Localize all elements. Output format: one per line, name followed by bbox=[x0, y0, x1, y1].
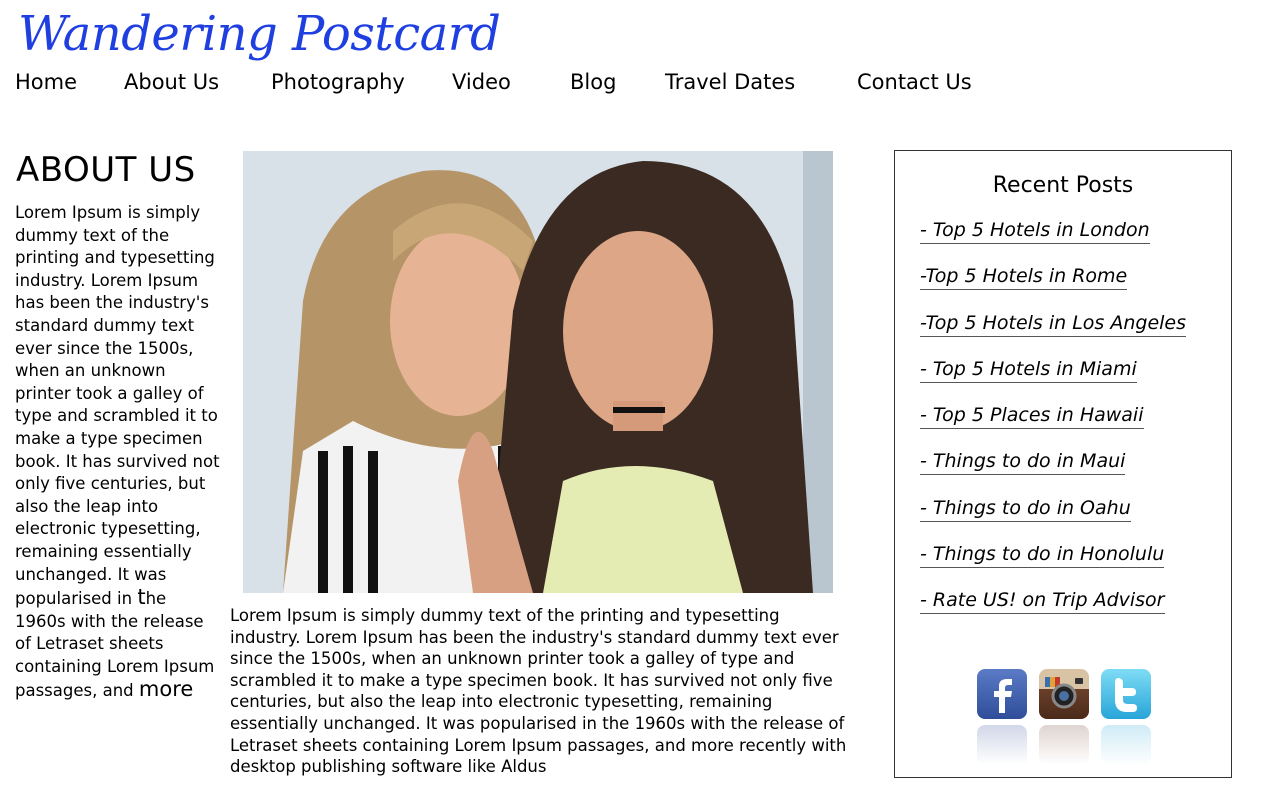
instagram-icon-reflection bbox=[1039, 725, 1089, 765]
list-item: - Top 5 Places in Hawaii bbox=[920, 404, 1186, 450]
post-link-maui[interactable]: - Things to do in Maui bbox=[920, 450, 1126, 476]
post-link-trip-advisor[interactable]: - Rate US! on Trip Advisor bbox=[920, 589, 1165, 615]
photo-description: Lorem Ipsum is simply dummy text of the … bbox=[230, 606, 847, 777]
recent-posts-panel: Recent Posts - Top 5 Hotels in London -T… bbox=[894, 150, 1232, 778]
post-link-oahu[interactable]: - Things to do in Oahu bbox=[920, 497, 1131, 522]
list-item: -Top 5 Hotels in Los Angeles bbox=[920, 312, 1187, 358]
list-item: - Things to do in Oahu bbox=[920, 497, 1186, 543]
nav-contact-us[interactable]: Contact Us bbox=[857, 70, 972, 94]
about-title: ABOUT US bbox=[16, 150, 196, 190]
facebook-icon-reflection bbox=[977, 725, 1027, 765]
post-link-hotels-miami[interactable]: - Top 5 Hotels in Miami bbox=[920, 358, 1137, 383]
site-logo[interactable]: Wandering Postcard bbox=[18, 6, 501, 62]
post-link-hotels-london[interactable]: - Top 5 Hotels in London bbox=[920, 219, 1150, 244]
feature-photo-illustration bbox=[243, 151, 833, 593]
post-link-hotels-los-angeles[interactable]: -Top 5 Hotels in Los Angeles bbox=[920, 312, 1187, 337]
post-link-places-hawaii[interactable]: - Top 5 Places in Hawaii bbox=[920, 404, 1144, 430]
about-body-big-t: t bbox=[137, 585, 146, 610]
instagram-icon[interactable] bbox=[1039, 669, 1089, 719]
post-link-honolulu[interactable]: - Things to do in Honolulu bbox=[920, 543, 1165, 569]
post-link-hotels-rome[interactable]: -Top 5 Hotels in Rome bbox=[920, 265, 1128, 291]
recent-posts-list: - Top 5 Hotels in London -Top 5 Hotels i… bbox=[920, 219, 1187, 636]
main-nav: Home About Us Photography Video Blog Tra… bbox=[0, 70, 1000, 100]
twitter-glyph bbox=[1115, 678, 1137, 712]
list-item: -Top 5 Hotels in Rome bbox=[920, 265, 1186, 311]
nav-home[interactable]: Home bbox=[15, 70, 77, 94]
list-item: - Rate US! on Trip Advisor bbox=[920, 589, 1186, 635]
nav-photography[interactable]: Photography bbox=[271, 70, 405, 94]
nav-about-us[interactable]: About Us bbox=[124, 70, 219, 94]
instagram-glyph bbox=[1045, 677, 1083, 709]
list-item: - Top 5 Hotels in Miami bbox=[920, 358, 1186, 404]
about-body: Lorem Ipsum is simply dummy text of the … bbox=[15, 202, 221, 703]
feature-photo bbox=[243, 151, 833, 593]
social-icons bbox=[977, 669, 1157, 769]
twitter-icon[interactable] bbox=[1101, 669, 1151, 719]
nav-travel-dates[interactable]: Travel Dates bbox=[665, 70, 795, 94]
facebook-glyph bbox=[994, 679, 1012, 713]
about-body-more: more bbox=[138, 677, 194, 702]
list-item: - Things to do in Maui bbox=[920, 450, 1186, 496]
about-body-main: Lorem Ipsum is simply dummy text of the … bbox=[15, 203, 220, 609]
list-item: - Things to do in Honolulu bbox=[920, 543, 1186, 589]
list-item: - Top 5 Hotels in London bbox=[920, 219, 1186, 265]
nav-blog[interactable]: Blog bbox=[570, 70, 616, 94]
facebook-icon[interactable] bbox=[977, 669, 1027, 719]
twitter-icon-reflection bbox=[1101, 725, 1151, 765]
nav-video[interactable]: Video bbox=[452, 70, 511, 94]
recent-posts-title: Recent Posts bbox=[992, 173, 1134, 198]
